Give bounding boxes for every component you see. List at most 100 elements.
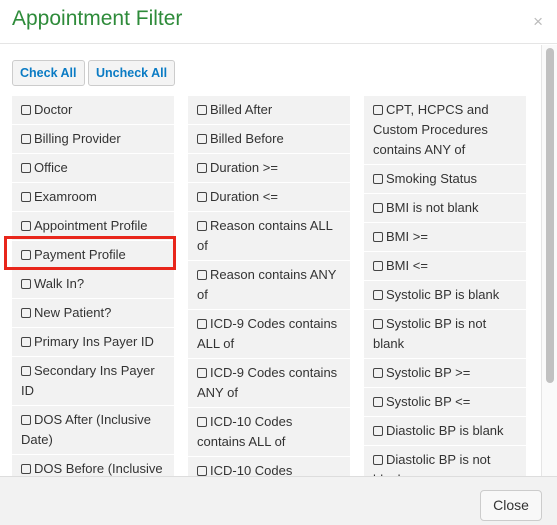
filter-label: Doctor [34,102,73,117]
filter-label: Systolic BP is blank [386,287,500,302]
checkbox-icon[interactable] [197,105,207,115]
filter-label: New Patient? [34,305,112,320]
filter-checkbox-item[interactable]: Duration >= [188,154,350,183]
checkbox-icon[interactable] [197,319,207,329]
checkbox-icon[interactable] [373,261,383,271]
filter-label: Billed After [210,102,273,117]
filter-column-2: Billed After Billed Before Duration >= Dura… [188,96,350,476]
filter-column-3: CPT, HCPCS and Custom Procedures contain… [364,96,526,476]
filter-checkbox-item[interactable]: Walk In? [12,270,174,299]
scrollbar-thumb[interactable] [546,48,554,383]
scrollbar[interactable] [541,45,557,476]
filter-checkbox-item[interactable]: ICD-10 Codes contains ALL of [188,408,350,457]
filter-label: Secondary Ins Payer ID [21,363,155,398]
filter-checkbox-item[interactable]: Primary Ins Payer ID [12,328,174,357]
filter-checkbox-item[interactable]: CPT, HCPCS and Custom Procedures contain… [364,96,526,165]
checkbox-icon[interactable] [197,163,207,173]
checkbox-icon[interactable] [197,270,207,280]
filter-checkbox-item[interactable]: DOS Before (Inclusive Date) [12,455,174,476]
close-icon[interactable]: × [533,12,543,32]
filter-checkbox-item[interactable]: Reason contains ANY of [188,261,350,310]
filter-label: Duration >= [210,160,278,175]
checkbox-icon[interactable] [373,397,383,407]
highlight-box [4,236,176,270]
checkbox-icon[interactable] [373,455,383,465]
filter-checkbox-item[interactable]: Duration <= [188,183,350,212]
filter-label: Smoking Status [386,171,478,186]
filter-checkbox-item[interactable]: Reason contains ALL of [188,212,350,261]
checkbox-icon[interactable] [21,279,31,289]
checkbox-icon[interactable] [21,308,31,318]
filter-label: Diastolic BP is blank [386,423,504,438]
filter-checkbox-item[interactable]: Billed After [188,96,350,125]
filter-label: Diastolic BP is not blank [373,452,491,476]
close-button[interactable]: Close [480,490,542,521]
filter-label: DOS After (Inclusive Date) [21,412,152,447]
filter-label: Systolic BP is not blank [373,316,487,351]
filter-checkbox-item[interactable]: Doctor [12,96,174,125]
filter-checkbox-item[interactable]: ICD-10 Codes contains ANY of [188,457,350,476]
checkbox-icon[interactable] [21,337,31,347]
checkbox-icon[interactable] [21,134,31,144]
checkbox-icon[interactable] [373,319,383,329]
checkbox-icon[interactable] [21,221,31,231]
filter-label: CPT, HCPCS and Custom Procedures contain… [373,102,489,157]
modal-footer: Close [0,476,557,525]
check-all-button[interactable]: Check All [12,60,85,86]
checkbox-icon[interactable] [197,417,207,427]
filter-label: DOS Before (Inclusive Date) [34,461,163,476]
checkbox-icon[interactable] [197,221,207,231]
checkbox-icon[interactable] [197,466,207,476]
checkbox-icon[interactable] [21,192,31,202]
filter-checkbox-item[interactable]: Diastolic BP is blank [364,417,526,446]
filter-checkbox-item[interactable]: Diastolic BP is not blank [364,446,526,476]
checkbox-icon[interactable] [373,105,383,115]
checkbox-icon[interactable] [21,163,31,173]
checkbox-icon[interactable] [373,368,383,378]
filter-checkbox-item[interactable]: Office [12,154,174,183]
filter-label: Billing Provider [34,131,121,146]
modal-body: Check All Uncheck All Doctor Billing Prov… [0,45,557,476]
uncheck-all-button[interactable]: Uncheck All [88,60,176,86]
filter-label: ICD-10 Codes contains ANY of [210,463,293,476]
filter-label: Appointment Profile [34,218,148,233]
checkbox-icon[interactable] [373,290,383,300]
filter-checkbox-item[interactable]: Systolic BP is blank [364,281,526,310]
filter-checkbox-item[interactable]: Systolic BP is not blank [364,310,526,359]
filter-label: Systolic BP >= [386,365,471,380]
checkbox-icon[interactable] [21,464,31,474]
checkbox-icon[interactable] [373,174,383,184]
filter-checkbox-item[interactable]: Secondary Ins Payer ID [12,357,174,406]
filter-checkbox-item[interactable]: Systolic BP >= [364,359,526,388]
filter-checkbox-item[interactable]: ICD-9 Codes contains ALL of [188,310,350,359]
modal-header: Appointment Filter × [0,0,557,44]
filter-checkbox-item[interactable]: Examroom [12,183,174,212]
filter-checkbox-item[interactable]: DOS After (Inclusive Date) [12,406,174,455]
checkbox-icon[interactable] [373,232,383,242]
filter-checkbox-item[interactable]: BMI >= [364,223,526,252]
checkbox-icon[interactable] [197,192,207,202]
checkbox-icon[interactable] [197,134,207,144]
filter-checkbox-item[interactable]: BMI is not blank [364,194,526,223]
filter-label: Primary Ins Payer ID [34,334,154,349]
filter-checkbox-item[interactable]: Systolic BP <= [364,388,526,417]
filter-checkbox-item[interactable]: New Patient? [12,299,174,328]
checkbox-icon[interactable] [21,415,31,425]
filter-checkbox-item[interactable]: ICD-9 Codes contains ANY of [188,359,350,408]
modal-title: Appointment Filter [12,7,183,30]
checkbox-icon[interactable] [21,105,31,115]
filter-checkbox-item[interactable]: Billed Before [188,125,350,154]
checkbox-icon[interactable] [21,366,31,376]
filter-label: BMI is not blank [386,200,479,215]
filter-column-1: Doctor Billing Provider Office Examroom Appo… [12,96,174,476]
checkbox-icon[interactable] [373,426,383,436]
checkbox-icon[interactable] [197,368,207,378]
filter-label: ICD-9 Codes contains ANY of [197,365,338,400]
filter-checkbox-item[interactable]: Smoking Status [364,165,526,194]
filter-label: Duration <= [210,189,278,204]
filter-label: Reason contains ALL of [197,218,333,253]
filter-checkbox-item[interactable]: BMI <= [364,252,526,281]
filter-label: BMI <= [386,258,428,273]
filter-checkbox-item[interactable]: Billing Provider [12,125,174,154]
checkbox-icon[interactable] [373,203,383,213]
